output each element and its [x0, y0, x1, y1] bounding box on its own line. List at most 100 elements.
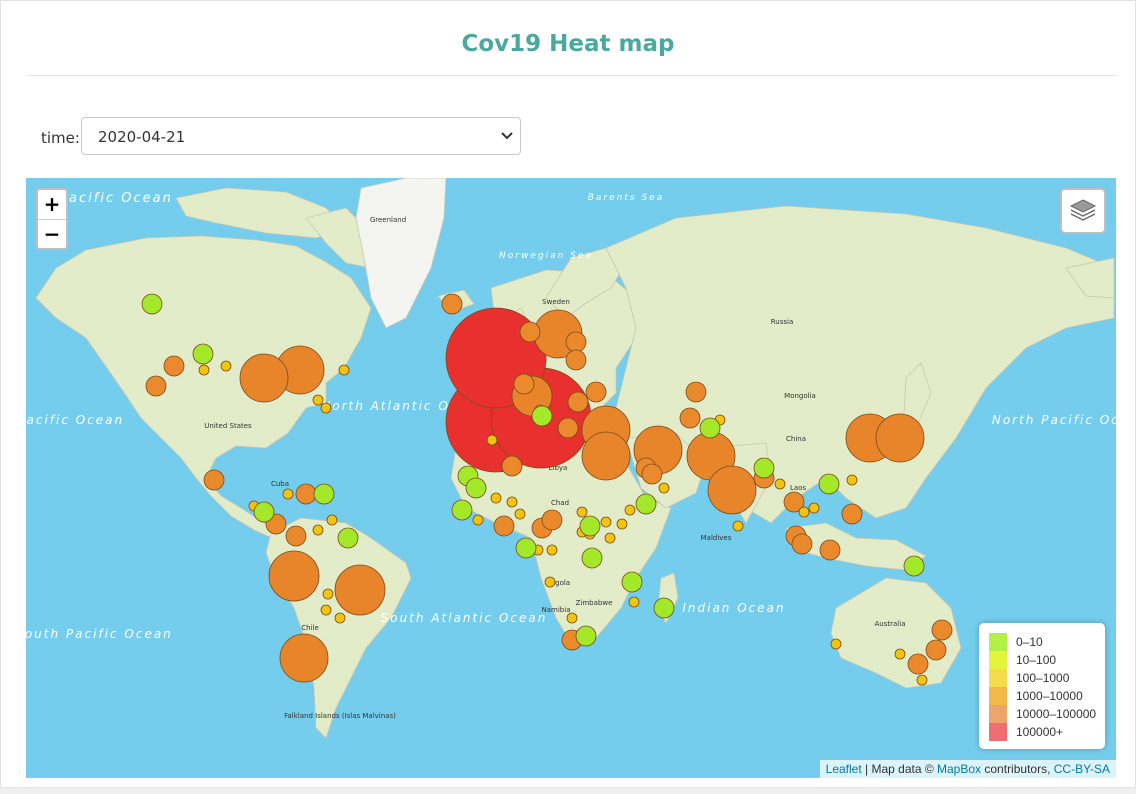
bubble-100-1000	[916, 674, 928, 686]
bubble-100-1000	[604, 532, 616, 544]
bubble-100-1000	[732, 520, 744, 532]
bubble-100-1000	[486, 434, 498, 446]
bubble-100-1000	[546, 544, 558, 556]
bubble-0-10	[818, 473, 840, 495]
bubble-0-10	[192, 343, 214, 365]
bubble-100-1000	[544, 576, 556, 588]
label-maldives: Maldives	[701, 534, 732, 542]
bubble-100-1000	[894, 648, 906, 660]
bubble-0-10	[579, 515, 601, 537]
bubble-100-1000	[658, 482, 670, 494]
map-attribution: Leaflet | Map data © MapBox contributors…	[819, 760, 1116, 778]
zoom-in-button[interactable]: +	[38, 190, 66, 220]
label-united-states: United States	[204, 422, 252, 430]
label-laos: Laos	[790, 484, 806, 492]
bubble-100-1000	[312, 394, 324, 406]
bubble-1000-10000	[585, 381, 607, 403]
label-mongolia: Mongolia	[784, 392, 816, 400]
bubble-0-10	[253, 501, 275, 523]
label-sweden: Sweden	[542, 298, 570, 306]
legend-label: 10000–100000	[1016, 707, 1097, 721]
bubble-1000-10000	[493, 515, 515, 537]
bubble-1000-10000	[791, 533, 813, 555]
bubble-1000-10000	[501, 455, 523, 477]
bubble-100-1000	[566, 612, 578, 624]
label-cuba: Cuba	[271, 480, 289, 488]
bubble-0-10	[515, 537, 537, 559]
license-link[interactable]: CC-BY-SA	[1054, 762, 1110, 776]
bubble-1000-10000	[145, 375, 167, 397]
legend-swatch	[989, 669, 1007, 687]
bubble-0-10	[531, 405, 553, 427]
bubble-1000-10000	[557, 417, 579, 439]
bubble-0-10	[141, 293, 163, 315]
bubble-0-10	[451, 499, 473, 521]
bubble-100-1000	[506, 496, 518, 508]
attribution-text: contributors,	[981, 762, 1054, 776]
legend-swatch	[989, 633, 1007, 651]
zoom-out-button[interactable]: −	[38, 220, 66, 249]
legend-label: 0–10	[1016, 635, 1043, 649]
bubble-100-1000	[338, 364, 350, 376]
bubble-100-1000	[490, 492, 502, 504]
bubble-100-1000	[322, 588, 334, 600]
label-barents-sea: Barents Sea	[588, 193, 664, 203]
bubble-0-10	[621, 571, 643, 593]
label-russia: Russia	[771, 318, 794, 326]
label-chad: Chad	[551, 499, 569, 507]
mapbox-link[interactable]: MapBox	[937, 762, 981, 776]
label-china: China	[786, 435, 806, 443]
bubble-100-1000	[198, 364, 210, 376]
layers-button[interactable]	[1060, 188, 1106, 234]
bubble-1000-10000	[819, 539, 841, 561]
bubble-10000-100000	[239, 353, 289, 403]
bubble-1000-10000	[931, 619, 953, 641]
bubble-1000-10000	[907, 653, 929, 675]
legend-label: 100–1000	[1016, 671, 1070, 685]
bubble-0-10	[653, 597, 675, 619]
bubble-1000-10000	[567, 391, 589, 413]
chevron-down-icon	[501, 132, 513, 140]
label-norwegian-sea: Norwegian Sea	[499, 251, 593, 261]
bubble-100-1000	[320, 604, 332, 616]
bubble-1000-10000	[285, 525, 307, 547]
bubble-100-1000	[326, 514, 338, 526]
label-indian: Indian Ocean	[682, 601, 785, 615]
bubble-10000-100000	[268, 550, 320, 602]
bubble-1000-10000	[203, 469, 225, 491]
bubble-100-1000	[846, 474, 858, 486]
attribution-text: | Map data ©	[861, 762, 938, 776]
bubble-10000-100000	[707, 465, 757, 515]
bubble-1000-10000	[519, 321, 541, 343]
bubble-1000-10000	[163, 355, 185, 377]
bubble-0-10	[753, 457, 775, 479]
map-tiles: North Pacific Ocean North Atlantic Ocean…	[26, 178, 1116, 739]
bubble-100-1000	[628, 596, 640, 608]
label-australia: Australia	[875, 620, 906, 628]
legend-label: 100000+	[1016, 725, 1064, 739]
bubble-1000-10000	[565, 331, 587, 353]
land-south-america	[265, 517, 412, 739]
label-north-pacific-e: North Pacific Ocean	[992, 413, 1116, 427]
time-select[interactable]: 2020-04-21	[81, 117, 521, 155]
label-north-pacific-w: North Pacific Ocean	[26, 413, 124, 427]
bubble-1000-10000	[295, 483, 317, 505]
bubble-1000-10000	[441, 293, 463, 315]
bubble-100-1000	[600, 516, 612, 528]
bubble-100-1000	[616, 518, 628, 530]
time-select-value: 2020-04-21	[98, 128, 186, 146]
bubble-0-10	[635, 493, 657, 515]
title-divider	[27, 75, 1117, 76]
bubble-100-1000	[334, 612, 346, 624]
legend-label: 10–100	[1016, 653, 1057, 667]
label-pacific-ocean: Pacific Ocean	[59, 191, 173, 206]
bubble-100-1000	[220, 360, 232, 372]
bubble-0-10	[903, 555, 925, 577]
map-view[interactable]: North Pacific Ocean North Atlantic Ocean…	[26, 178, 1116, 778]
leaflet-link[interactable]: Leaflet	[826, 762, 862, 776]
bubble-0-10	[581, 547, 603, 569]
legend-label: 1000–10000	[1016, 689, 1083, 703]
bubble-100-1000	[830, 638, 842, 650]
label-zimbabwe: Zimbabwe	[576, 599, 613, 607]
bubble-100-1000	[514, 508, 526, 520]
